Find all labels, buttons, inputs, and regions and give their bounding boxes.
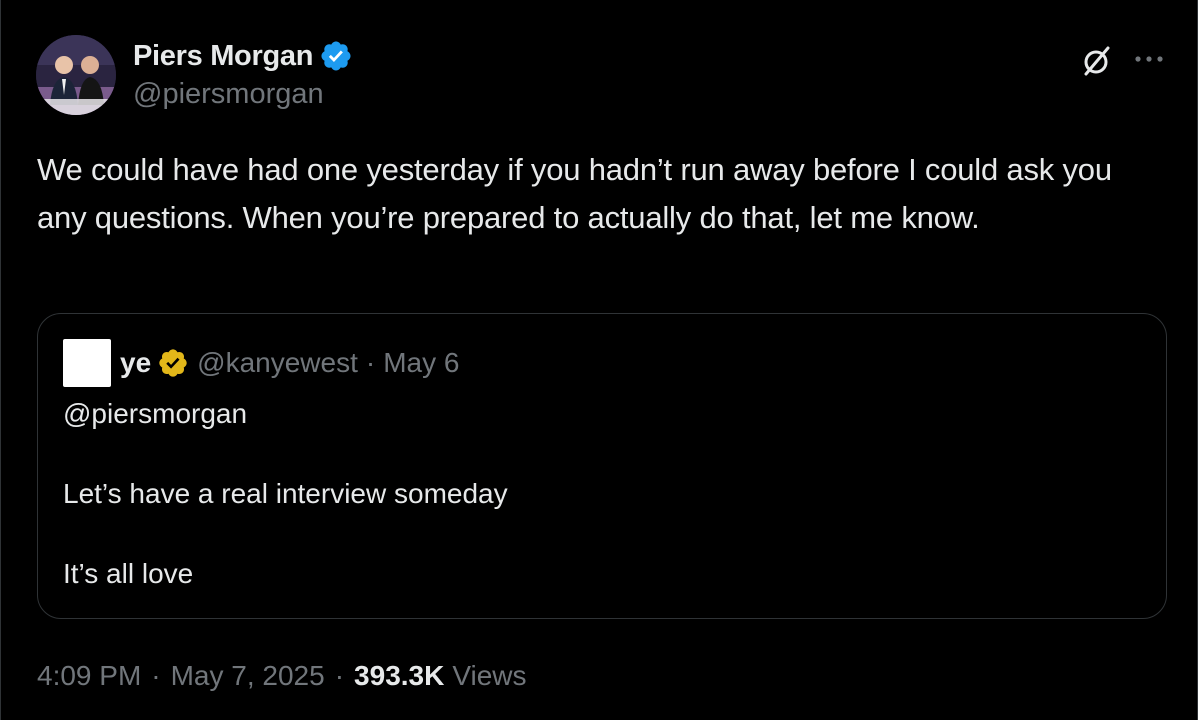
tweet-container: Piers Morgan @piersmorgan We could have … (0, 0, 1198, 720)
tweet-time[interactable]: 4:09 PM (37, 660, 141, 692)
quoted-tweet-line: It’s all love (63, 558, 194, 589)
quoted-tweet-date[interactable]: May 6 (383, 347, 459, 379)
quoted-author-handle[interactable]: @kanyewest (197, 347, 358, 379)
quoted-tweet-line: Let’s have a real interview someday (63, 478, 508, 509)
quoted-tweet-line: @piersmorgan (63, 398, 248, 429)
tweet-text: We could have had one yesterday if you h… (37, 152, 1112, 235)
verified-gold-badge-icon[interactable] (157, 347, 189, 379)
views-count[interactable]: 393.3K (354, 660, 444, 692)
quoted-author-avatar[interactable] (63, 339, 111, 387)
verified-badge-icon[interactable] (319, 39, 353, 73)
quoted-tweet[interactable]: ye @kanyewest · May 6 @piersmorgan Let’s… (37, 313, 1167, 619)
quoted-tweet-line (63, 434, 508, 474)
meta-separator: · (151, 660, 161, 691)
quoted-tweet-header: ye @kanyewest · May 6 (120, 342, 459, 384)
author-avatar[interactable] (36, 35, 116, 115)
author-handle[interactable]: @piersmorgan (133, 78, 324, 111)
quoted-tweet-text: @piersmorgan Let’s have a real interview… (63, 394, 508, 594)
grok-icon[interactable] (1079, 44, 1113, 78)
quoted-header-separator: · (365, 347, 376, 378)
meta-separator: · (334, 660, 345, 691)
more-icon[interactable] (1131, 44, 1167, 74)
tweet-meta: 4:09 PM · May 7, 2025 · 393.3K Views (37, 655, 527, 697)
quoted-tweet-line (63, 514, 508, 554)
tweet-date[interactable]: May 7, 2025 (171, 660, 325, 692)
author-name-row: Piers Morgan (133, 38, 353, 74)
avatar-photo-icon (36, 35, 116, 115)
views-label: Views (452, 660, 527, 691)
quoted-author-display-name[interactable]: ye (120, 347, 151, 379)
author-display-name[interactable]: Piers Morgan (133, 40, 313, 73)
